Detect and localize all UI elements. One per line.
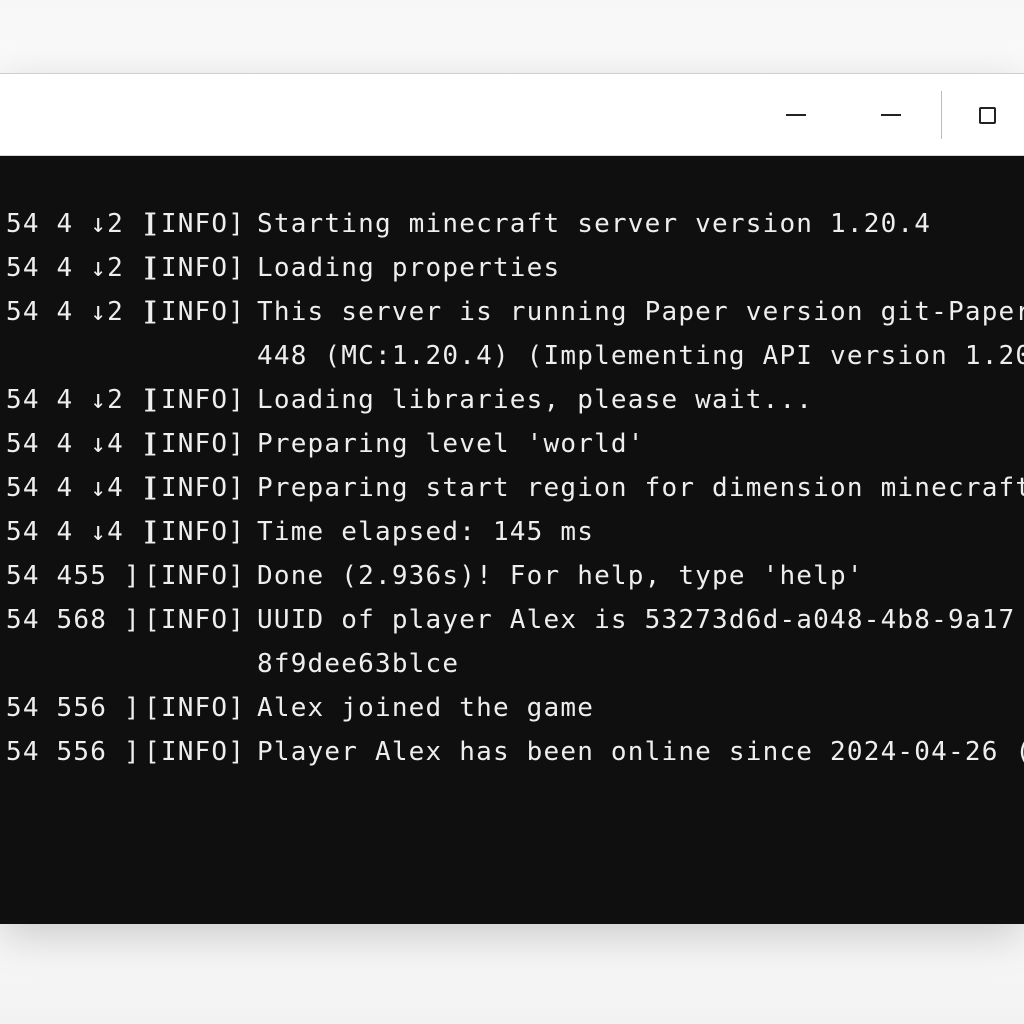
log-line: 54 4 ↓4 ] [INFO] Preparing start region …	[0, 466, 1024, 510]
log-timestamp: 54 4 ↓4 ]	[6, 429, 158, 459]
log-line: 54 556 ] [INFO] Player Alex has been onl…	[0, 730, 1024, 774]
log-level: [INFO]	[144, 473, 246, 503]
log-line-continuation: 448 (MC:1.20.4) (Implementing API versio…	[0, 334, 1024, 378]
title-bar-divider	[941, 91, 942, 139]
title-bar	[0, 74, 1024, 156]
log-timestamp: 54 4 ↓4 ]	[6, 517, 158, 547]
log-timestamp: 54 4 ↓2 ]	[6, 297, 158, 327]
log-level: [INFO]	[144, 429, 246, 459]
log-line: 54 455 ] [INFO] Done (2.936s)! For help,…	[0, 554, 1024, 598]
log-timestamp: 54 4 ↓2 ]	[6, 209, 158, 239]
log-level: [INFO]	[144, 693, 246, 723]
log-timestamp: 54 556 ]	[6, 693, 141, 723]
log-message: This server is running Paper version git…	[257, 297, 1024, 327]
log-message: Loading libraries, please wait...	[257, 385, 814, 415]
terminal-window: 54 4 ↓2 ] [INFO] Starting minecraft serv…	[0, 73, 1024, 924]
minimize-icon	[786, 114, 806, 116]
log-level: [INFO]	[144, 297, 246, 327]
log-message: Preparing start region for dimension min…	[257, 473, 1024, 503]
log-timestamp: 54 556 ]	[6, 737, 141, 767]
log-message: Loading properties	[257, 253, 561, 283]
log-timestamp: 54 455 ]	[6, 561, 141, 591]
log-level: [INFO]	[144, 605, 246, 635]
log-message: 8f9dee63blce	[257, 649, 460, 679]
log-timestamp: 54 568 ]	[6, 605, 141, 635]
log-timestamp: 54 4 ↓4 ]	[6, 473, 158, 503]
log-line: 54 4 ↓2 ] [INFO] This server is running …	[0, 290, 1024, 334]
log-timestamp: 54 4 ↓2 ]	[6, 385, 158, 415]
log-level: [INFO]	[144, 209, 246, 239]
maximize-button[interactable]	[967, 92, 1007, 138]
log-timestamp: 54 4 ↓2 ]	[6, 253, 158, 283]
log-message: UUID of player Alex is 53273d6d-a048-4b8…	[257, 605, 1016, 635]
log-message: Starting minecraft server version 1.20.4	[257, 209, 932, 239]
minimize-button[interactable]	[776, 92, 816, 138]
log-line: 54 556 ] [INFO] Alex joined the game	[0, 686, 1024, 730]
log-line: 54 4 ↓4 ] [INFO] Preparing level 'world'	[0, 422, 1024, 466]
log-message: Preparing level 'world'	[257, 429, 645, 459]
log-level: [INFO]	[144, 385, 246, 415]
minimize-button-secondary[interactable]	[871, 92, 911, 138]
log-message: Player Alex has been online since 2024-0…	[257, 737, 1024, 767]
log-line: 54 568 ] [INFO] UUID of player Alex is 5…	[0, 598, 1024, 642]
log-message: 448 (MC:1.20.4) (Implementing API versio…	[257, 341, 1024, 371]
log-line: 54 4 ↓2 ] [INFO] Starting minecraft serv…	[0, 202, 1024, 246]
log-message: Time elapsed: 145 ms	[257, 517, 595, 547]
log-level: [INFO]	[144, 561, 246, 591]
log-level: [INFO]	[144, 737, 246, 767]
console-output: 54 4 ↓2 ] [INFO] Starting minecraft serv…	[0, 202, 1024, 902]
log-line-continuation: 8f9dee63blce	[0, 642, 1024, 686]
log-message: Done (2.936s)! For help, type 'help'	[257, 561, 864, 591]
log-line: 54 4 ↓2 ] [INFO] Loading properties	[0, 246, 1024, 290]
log-line: 54 4 ↓2 ] [INFO] Loading libraries, plea…	[0, 378, 1024, 422]
log-level: [INFO]	[144, 253, 246, 283]
minimize-icon	[881, 114, 901, 116]
maximize-icon	[978, 106, 996, 124]
log-level: [INFO]	[144, 517, 246, 547]
log-line: 54 4 ↓4 ] [INFO] Time elapsed: 145 ms	[0, 510, 1024, 554]
log-message: Alex joined the game	[257, 693, 595, 723]
